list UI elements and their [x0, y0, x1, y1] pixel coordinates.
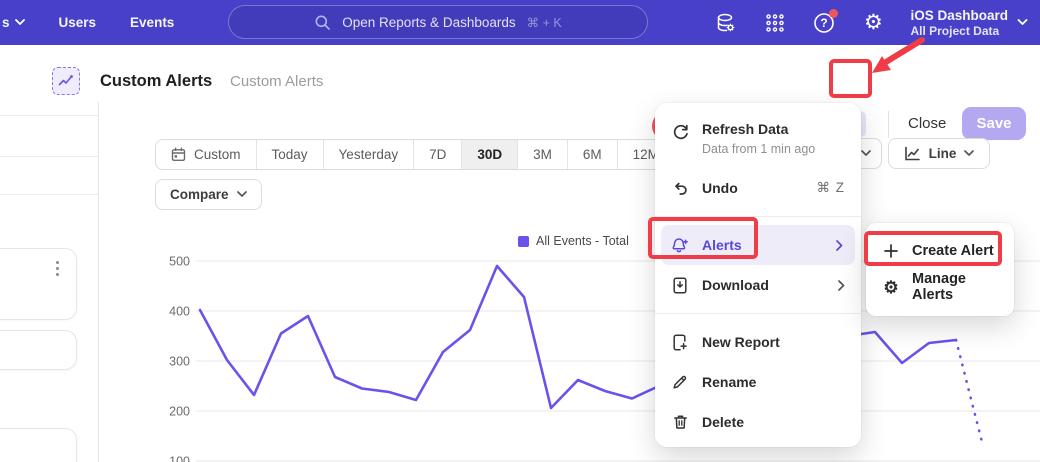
- breadcrumb: Custom Alerts: [230, 73, 323, 90]
- nav-item-users[interactable]: Users: [59, 15, 97, 30]
- save-button[interactable]: Save: [962, 107, 1026, 140]
- trash-icon: [671, 413, 689, 431]
- svg-text:200: 200: [169, 405, 190, 419]
- notification-badge: [829, 9, 838, 18]
- sidebar-separator: [0, 115, 98, 116]
- sidebar-card[interactable]: [0, 248, 77, 320]
- alert-bell-icon: [671, 236, 689, 254]
- refresh-icon: [671, 123, 689, 141]
- menu-item-undo[interactable]: Undo ⌘ Z: [655, 168, 861, 208]
- sidebar-separator: [0, 194, 98, 195]
- menu-item-label: New Report: [702, 334, 780, 350]
- sidebar-card[interactable]: [0, 428, 77, 462]
- submenu-item-label: Manage Alerts: [912, 271, 998, 303]
- alerts-submenu: Create Alert ⚙ Manage Alerts: [866, 223, 1014, 316]
- menu-divider: [655, 313, 861, 314]
- kebab-menu-icon[interactable]: [56, 261, 59, 276]
- help-icon[interactable]: ?: [812, 11, 836, 35]
- nav-item-partial[interactable]: s: [2, 15, 25, 30]
- compare-button[interactable]: Compare: [155, 179, 262, 210]
- chevron-down-icon: [1017, 19, 1028, 26]
- plus-icon: [882, 242, 900, 260]
- range-7d[interactable]: 7D: [413, 140, 461, 169]
- menu-item-delete[interactable]: Delete: [655, 402, 861, 442]
- undo-icon: [671, 179, 689, 197]
- new-report-icon: [671, 333, 689, 351]
- chart-type-button[interactable]: Line: [888, 138, 990, 169]
- sidebar-card[interactable]: [0, 330, 77, 370]
- data-management-icon[interactable]: [714, 11, 738, 35]
- menu-item-refresh-data[interactable]: Refresh Data Data from 1 min ago: [655, 112, 861, 168]
- nav-item-events[interactable]: Events: [130, 15, 174, 30]
- menu-item-label: Alerts: [702, 237, 742, 253]
- sidebar-separator: [0, 156, 98, 157]
- legend-label: All Events - Total: [536, 234, 629, 248]
- refresh-timestamp: Data from 1 min ago: [702, 142, 815, 156]
- submenu-item-create-alert[interactable]: Create Alert: [866, 233, 1014, 269]
- svg-text:?: ?: [821, 16, 828, 30]
- menu-item-label: Undo: [702, 180, 738, 196]
- range-yesterday[interactable]: Yesterday: [323, 140, 414, 169]
- menu-item-label: Download: [702, 277, 769, 293]
- project-subtitle: All Project Data: [910, 24, 999, 38]
- download-icon: [671, 276, 689, 294]
- range-3m[interactable]: 3M: [517, 140, 567, 169]
- report-header: Custom Alerts Custom Alerts GV Duplicate…: [0, 45, 1040, 102]
- settings-gear-icon[interactable]: ⚙: [861, 11, 885, 35]
- apps-grid-icon[interactable]: [763, 11, 787, 35]
- chart-legend: All Events - Total: [518, 234, 629, 248]
- svg-text:500: 500: [169, 255, 190, 269]
- search-shortcut: ⌘ + K: [527, 15, 562, 30]
- project-selector[interactable]: iOS Dashboard All Project Data: [910, 8, 1028, 38]
- chevron-down-icon: [15, 19, 25, 26]
- legend-swatch: [518, 236, 529, 247]
- range-6m[interactable]: 6M: [567, 140, 617, 169]
- menu-item-label: Rename: [702, 374, 756, 390]
- menu-item-new-report[interactable]: New Report: [655, 322, 861, 362]
- chevron-right-icon: [838, 280, 845, 291]
- pencil-icon: [671, 373, 689, 391]
- global-search-input[interactable]: Open Reports & Dashboards ⌘ + K: [228, 5, 648, 39]
- menu-item-download[interactable]: Download: [655, 265, 861, 305]
- range-today[interactable]: Today: [256, 140, 323, 169]
- date-range-control: CustomTodayYesterday7D30D3M6M12M: [155, 139, 675, 170]
- navbar-right-cluster: ? ⚙ iOS Dashboard All Project Data: [714, 0, 1028, 45]
- gear-icon: ⚙: [882, 278, 900, 296]
- header-divider: [888, 111, 889, 138]
- menu-divider: [655, 216, 861, 217]
- range-custom[interactable]: Custom: [156, 140, 256, 169]
- menu-item-label: Delete: [702, 414, 744, 430]
- calendar-icon: [171, 147, 186, 162]
- range-30d[interactable]: 30D: [461, 140, 517, 169]
- line-chart-icon: [904, 146, 921, 162]
- more-options-menu: Refresh Data Data from 1 min ago Undo ⌘ …: [655, 103, 861, 447]
- report-chart-icon: [52, 67, 80, 95]
- project-name: iOS Dashboard: [910, 8, 1008, 23]
- page-title: Custom Alerts: [100, 72, 212, 91]
- chevron-right-icon: [836, 240, 843, 251]
- search-placeholder: Open Reports & Dashboards: [342, 15, 515, 30]
- svg-text:300: 300: [169, 355, 190, 369]
- top-navbar: s Users Events Open Reports & Dashboards…: [0, 0, 1040, 45]
- submenu-item-label: Create Alert: [912, 243, 994, 259]
- submenu-item-manage-alerts[interactable]: ⚙ Manage Alerts: [866, 269, 1014, 305]
- menu-item-label: Refresh Data: [702, 121, 815, 137]
- menu-item-rename[interactable]: Rename: [655, 362, 861, 402]
- undo-shortcut: ⌘ Z: [817, 180, 846, 196]
- chevron-down-icon: [237, 191, 247, 198]
- nav-item-partial-label: s: [2, 15, 10, 30]
- menu-item-alerts[interactable]: Alerts: [661, 225, 855, 265]
- left-sidebar: [0, 102, 99, 462]
- chevron-down-icon: [964, 150, 974, 157]
- svg-text:400: 400: [169, 305, 190, 319]
- app-window: 500 400 300 200 100 s Users Events Open Repo…: [0, 0, 1040, 462]
- close-button[interactable]: Close: [908, 115, 946, 132]
- chevron-down-icon: [861, 150, 871, 157]
- search-icon: [314, 14, 331, 31]
- svg-text:100: 100: [169, 455, 190, 462]
